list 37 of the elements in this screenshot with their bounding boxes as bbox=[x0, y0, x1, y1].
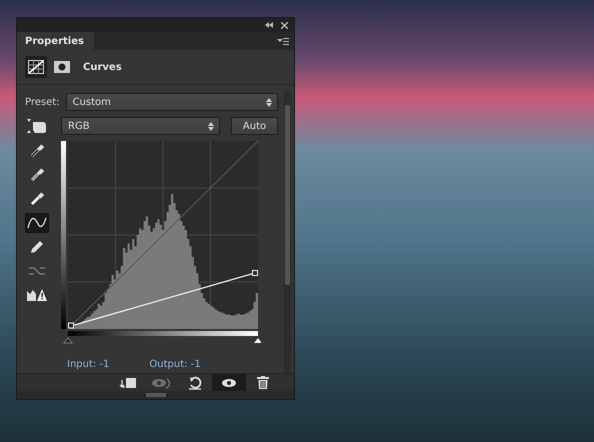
eye-icon bbox=[221, 378, 237, 388]
preset-label: Preset: bbox=[25, 96, 60, 108]
panel-menu-icon[interactable] bbox=[277, 38, 289, 44]
input-slider-handle[interactable] bbox=[254, 338, 261, 343]
channel-dropdown[interactable]: RGB bbox=[61, 117, 220, 135]
collapse-icon[interactable] bbox=[265, 22, 273, 28]
eyedropper-icon bbox=[29, 191, 45, 207]
clip-to-layer-icon bbox=[118, 376, 136, 388]
clipping-warning-icon bbox=[26, 288, 48, 302]
scrollbar[interactable] bbox=[284, 91, 291, 373]
control-point[interactable] bbox=[252, 270, 258, 276]
up-down-arrows-icon bbox=[208, 122, 214, 130]
eyedropper-icon bbox=[29, 143, 45, 159]
hand-adjust-icon[interactable] bbox=[25, 118, 47, 134]
up-down-arrows-icon bbox=[266, 98, 272, 106]
curve-icon bbox=[27, 216, 47, 230]
control-point[interactable] bbox=[68, 322, 74, 328]
input-slider-handle[interactable] bbox=[62, 337, 74, 344]
preset-dropdown[interactable]: Custom bbox=[66, 93, 278, 111]
close-icon[interactable] bbox=[281, 22, 288, 28]
auto-button[interactable]: Auto bbox=[231, 117, 278, 135]
layer-mask-icon bbox=[54, 61, 70, 73]
adjustment-title: Curves bbox=[83, 62, 122, 72]
eyedropper-icon bbox=[29, 167, 45, 183]
output-readout: Output: -1 bbox=[149, 359, 201, 370]
scroll-thumb[interactable] bbox=[285, 105, 290, 285]
pencil-icon bbox=[29, 239, 45, 255]
reset-icon bbox=[188, 376, 202, 390]
mode-button[interactable] bbox=[25, 56, 47, 78]
panel-tab[interactable]: Properties bbox=[17, 32, 94, 50]
resize-grip-icon[interactable] bbox=[146, 393, 166, 397]
footer-button[interactable] bbox=[212, 374, 246, 391]
curve-tool-button[interactable] bbox=[25, 213, 49, 233]
eye-cycle-icon bbox=[151, 376, 171, 388]
curves-adjustment-icon bbox=[28, 60, 44, 74]
input-readout: Input: -1 bbox=[67, 359, 110, 370]
input-slider-track[interactable] bbox=[62, 331, 261, 344]
